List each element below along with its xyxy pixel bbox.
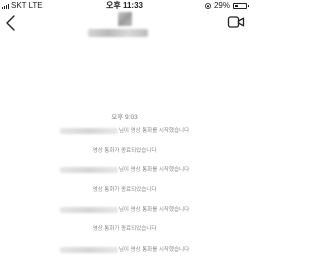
time-divider: 오후 9:03 (111, 114, 138, 121)
system-message-text: 님이 영상 통화를 시작했습니다 (118, 247, 190, 253)
contact-name (88, 29, 148, 37)
system-message: 님이 영상 통화를 시작했습니다 (0, 245, 249, 253)
system-message-text: 영상 통화가 종료되었습니다 (92, 187, 157, 193)
battery-icon (233, 3, 249, 9)
caller-name (59, 246, 118, 253)
system-message-text: 님이 영상 통화를 시작했습니다 (118, 167, 190, 173)
system-message: 영상 통화가 종료되었습니다 (0, 146, 249, 154)
avatar (118, 12, 132, 26)
system-message: 님이 영상 통화를 시작했습니다 (0, 165, 249, 173)
system-message: 님이 영상 통화를 시작했습니다 (0, 205, 249, 213)
system-message: 영상 통화가 종료되었습니다 (0, 185, 249, 193)
back-button[interactable] (4, 14, 18, 32)
system-message: 영상 통화가 종료되었습니다 (0, 224, 249, 232)
caller-name (59, 206, 118, 213)
system-message-text: 님이 영상 통화를 시작했습니다 (118, 207, 190, 213)
system-message-text: 영상 통화가 종료되었습니다 (92, 148, 157, 154)
lock-rotation-icon (204, 3, 211, 9)
video-call-button[interactable] (227, 14, 245, 30)
chevron-left-icon (6, 15, 15, 31)
system-message-text: 님이 영상 통화를 시작했습니다 (118, 128, 190, 134)
caller-name (59, 166, 118, 173)
system-message: 님이 영상 통화를 시작했습니다 (0, 126, 249, 134)
battery-level (235, 5, 238, 7)
video-call-icon (227, 16, 245, 28)
caller-name (59, 127, 118, 134)
chat-header (0, 10, 249, 50)
system-message-text: 영상 통화가 종료되었습니다 (92, 226, 157, 232)
